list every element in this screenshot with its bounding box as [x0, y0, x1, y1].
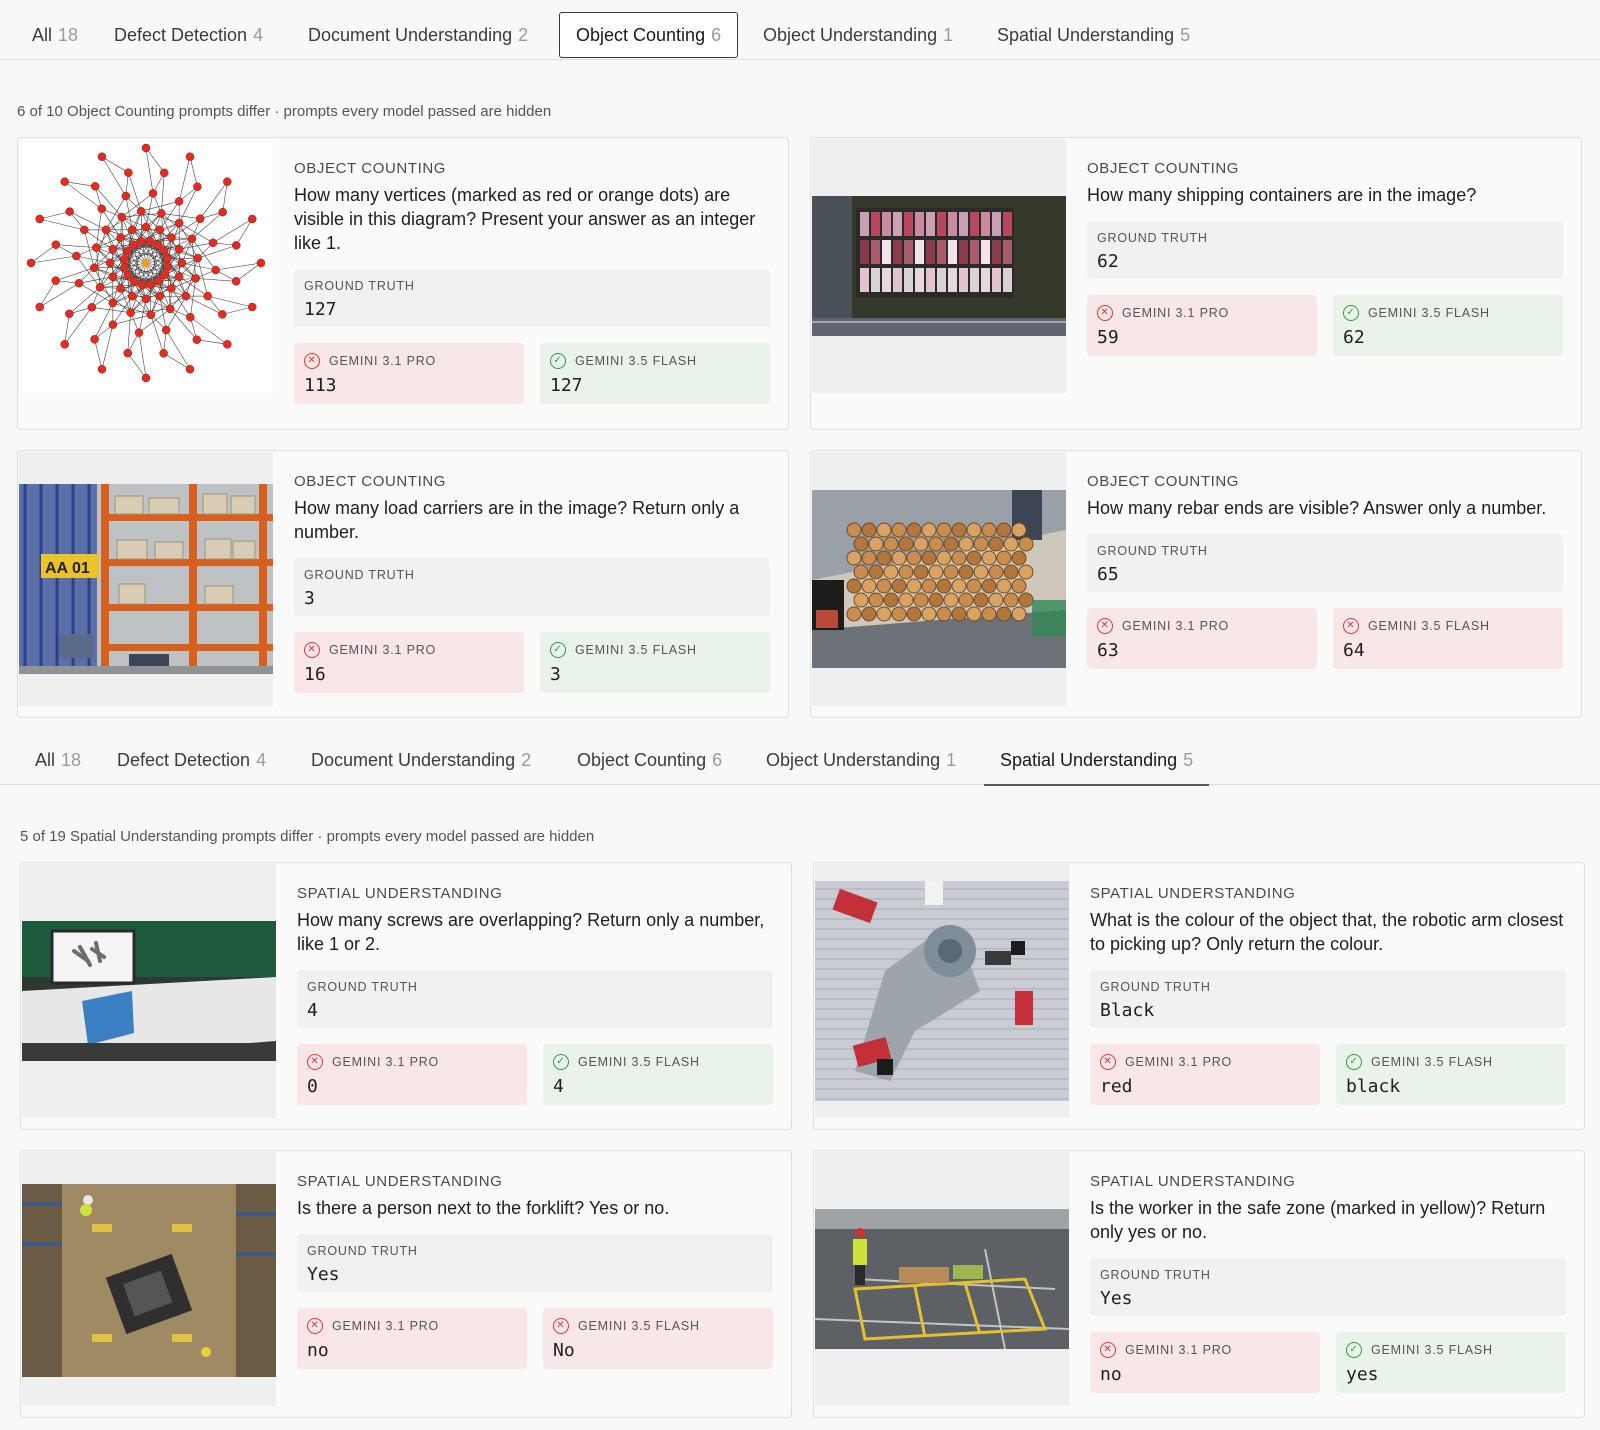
ground-truth: GROUND TRUTH Yes: [297, 1234, 773, 1292]
incorrect-icon: ✕: [1100, 1054, 1116, 1070]
prediction-gemini-3-1-pro: ✕ GEMINI 3.1 PRO 113: [294, 343, 524, 404]
ground-truth: GROUND TRUTH 4: [297, 970, 773, 1028]
ground-truth: GROUND TRUTH Yes: [1090, 1258, 1566, 1316]
safe-zone-worker-photo-icon: [815, 1152, 1069, 1406]
prediction-gemini-3-5-flash: ✓ GEMINI 3.5 FLASH 127: [540, 343, 770, 404]
prediction-gemini-3-1-pro: ✕ GEMINI 3.1 PRO 63: [1087, 608, 1317, 669]
tab-spatial-understanding[interactable]: Spatial Understanding 5: [981, 12, 1206, 58]
prediction-gemini-3-5-flash: ✓ GEMINI 3.5 FLASH 62: [1333, 295, 1563, 356]
correct-icon: ✓: [1346, 1342, 1362, 1358]
prompt-info: SPATIAL UNDERSTANDING Is there a person …: [297, 1173, 773, 1369]
prediction-gemini-3-5-flash: ✓ GEMINI 3.5 FLASH yes: [1336, 1332, 1566, 1393]
correct-icon: ✓: [1346, 1054, 1362, 1070]
prediction-gemini-3-1-pro: ✕ GEMINI 3.1 PRO red: [1090, 1044, 1320, 1105]
question-text: How many vertices (marked as red or oran…: [294, 185, 756, 253]
category-label: SPATIAL UNDERSTANDING: [297, 885, 503, 902]
correct-icon: ✓: [550, 353, 566, 369]
tab-object-understanding[interactable]: Object Understanding 1: [747, 12, 969, 58]
prompt-info: OBJECT COUNTING How many rebar ends are …: [1087, 473, 1563, 669]
category-label: SPATIAL UNDERSTANDING: [1090, 885, 1296, 902]
category-label: SPATIAL UNDERSTANDING: [1090, 1173, 1296, 1190]
question-text: How many screws are overlapping? Return …: [297, 910, 765, 954]
ground-truth: GROUND TRUTH Black: [1090, 970, 1566, 1028]
question-text: What is the colour of the object that, t…: [1090, 910, 1564, 954]
category-label: OBJECT COUNTING: [1087, 473, 1240, 490]
tab-all[interactable]: All 18: [19, 737, 97, 783]
incorrect-icon: ✕: [1097, 305, 1113, 321]
tab-all[interactable]: All 18: [16, 12, 94, 58]
question-text: Is the worker in the safe zone (marked i…: [1090, 1198, 1546, 1242]
prediction-gemini-3-5-flash: ✓ GEMINI 3.5 FLASH black: [1336, 1044, 1566, 1105]
prompt-card[interactable]: SPATIAL UNDERSTANDING How many screws ar…: [20, 862, 792, 1130]
incorrect-icon: ✕: [304, 353, 320, 369]
ground-truth: GROUND TRUTH 62: [1087, 221, 1563, 279]
ground-truth: GROUND TRUTH 65: [1087, 534, 1563, 592]
incorrect-icon: ✕: [553, 1318, 569, 1334]
question-text: How many rebar ends are visible? Answer …: [1087, 498, 1547, 518]
results-summary: 6 of 10 Object Counting prompts differ ·…: [17, 103, 552, 120]
ground-truth: GROUND TRUTH 127: [294, 269, 770, 327]
conveyor-screws-photo-icon: [22, 864, 276, 1118]
prompt-info: OBJECT COUNTING How many shipping contai…: [1087, 160, 1563, 356]
graph-diagram-icon: [19, 139, 273, 393]
rebar-bundle-photo-icon: [812, 452, 1066, 706]
correct-icon: ✓: [550, 642, 566, 658]
prediction-gemini-3-1-pro: ✕ GEMINI 3.1 PRO no: [1090, 1332, 1320, 1393]
incorrect-icon: ✕: [304, 642, 320, 658]
prompt-card[interactable]: OBJECT COUNTING How many shipping contai…: [810, 137, 1582, 430]
tab-spatial-understanding[interactable]: Spatial Understanding 5: [984, 737, 1210, 786]
prompt-info: OBJECT COUNTING How many vertices (marke…: [294, 160, 770, 404]
prompt-info: SPATIAL UNDERSTANDING What is the colour…: [1090, 885, 1566, 1105]
incorrect-icon: ✕: [1343, 618, 1359, 634]
correct-icon: ✓: [553, 1054, 569, 1070]
prediction-gemini-3-5-flash: ✓ GEMINI 3.5 FLASH 3: [540, 632, 770, 693]
shipping-containers-photo-icon: [812, 139, 1066, 393]
prompt-card[interactable]: AA 01 OBJECT COUNTING How many load carr…: [17, 450, 789, 718]
tab-document-understanding[interactable]: Document Understanding 2: [292, 12, 544, 58]
tab-object-understanding[interactable]: Object Understanding 1: [750, 737, 972, 783]
tab-document-understanding[interactable]: Document Understanding 2: [295, 737, 547, 783]
category-label: OBJECT COUNTING: [1087, 160, 1240, 177]
incorrect-icon: ✕: [1100, 1342, 1116, 1358]
tab-object-counting[interactable]: Object Counting 6: [561, 737, 738, 783]
prompt-info: SPATIAL UNDERSTANDING Is the worker in t…: [1090, 1173, 1566, 1393]
tab-defect-detection[interactable]: Defect Detection 4: [101, 737, 282, 783]
prediction-gemini-3-1-pro: ✕ GEMINI 3.1 PRO 59: [1087, 295, 1317, 356]
robotic-arm-photo-icon: [815, 864, 1069, 1118]
incorrect-icon: ✕: [1097, 618, 1113, 634]
question-text: Is there a person next to the forklift? …: [297, 1198, 670, 1218]
category-tabbar: All 18 Defect Detection 4 Document Underst…: [0, 0, 1600, 60]
incorrect-icon: ✕: [307, 1318, 323, 1334]
question-text: How many shipping containers are in the …: [1087, 185, 1477, 205]
prediction-gemini-3-5-flash: ✓ GEMINI 3.5 FLASH 4: [543, 1044, 773, 1105]
prompt-card[interactable]: SPATIAL UNDERSTANDING What is the colour…: [813, 862, 1585, 1130]
prompt-info: SPATIAL UNDERSTANDING How many screws ar…: [297, 885, 773, 1105]
incorrect-icon: ✕: [307, 1054, 323, 1070]
prompt-card[interactable]: SPATIAL UNDERSTANDING Is the worker in t…: [813, 1150, 1585, 1418]
question-text: How many load carriers are in the image?…: [294, 498, 740, 542]
category-tabbar: All 18 Defect Detection 4 Document Underst…: [0, 725, 1600, 786]
forklift-aerial-photo-icon: [22, 1152, 276, 1406]
prediction-gemini-3-1-pro: ✕ GEMINI 3.1 PRO no: [297, 1308, 527, 1369]
prompt-card[interactable]: OBJECT COUNTING How many rebar ends are …: [810, 450, 1582, 718]
prompt-info: OBJECT COUNTING How many load carriers a…: [294, 473, 770, 693]
results-summary: 5 of 19 Spatial Understanding prompts di…: [20, 828, 595, 845]
category-label: OBJECT COUNTING: [294, 473, 447, 490]
prediction-gemini-3-1-pro: ✕ GEMINI 3.1 PRO 16: [294, 632, 524, 693]
category-label: SPATIAL UNDERSTANDING: [297, 1173, 503, 1190]
prediction-gemini-3-5-flash: ✕ GEMINI 3.5 FLASH No: [543, 1308, 773, 1369]
ground-truth: GROUND TRUTH 3: [294, 558, 770, 616]
prompt-card[interactable]: OBJECT COUNTING How many vertices (marke…: [17, 137, 789, 430]
svg-text:AA 01: AA 01: [45, 560, 90, 577]
correct-icon: ✓: [1343, 305, 1359, 321]
prediction-gemini-3-5-flash: ✕ GEMINI 3.5 FLASH 64: [1333, 608, 1563, 669]
prompt-card[interactable]: SPATIAL UNDERSTANDING Is there a person …: [20, 1150, 792, 1418]
warehouse-rack-photo-icon: AA 01: [19, 452, 273, 706]
tab-object-counting[interactable]: Object Counting 6: [559, 12, 739, 58]
tab-defect-detection[interactable]: Defect Detection 4: [98, 12, 279, 58]
category-label: OBJECT COUNTING: [294, 160, 447, 177]
prediction-gemini-3-1-pro: ✕ GEMINI 3.1 PRO 0: [297, 1044, 527, 1105]
